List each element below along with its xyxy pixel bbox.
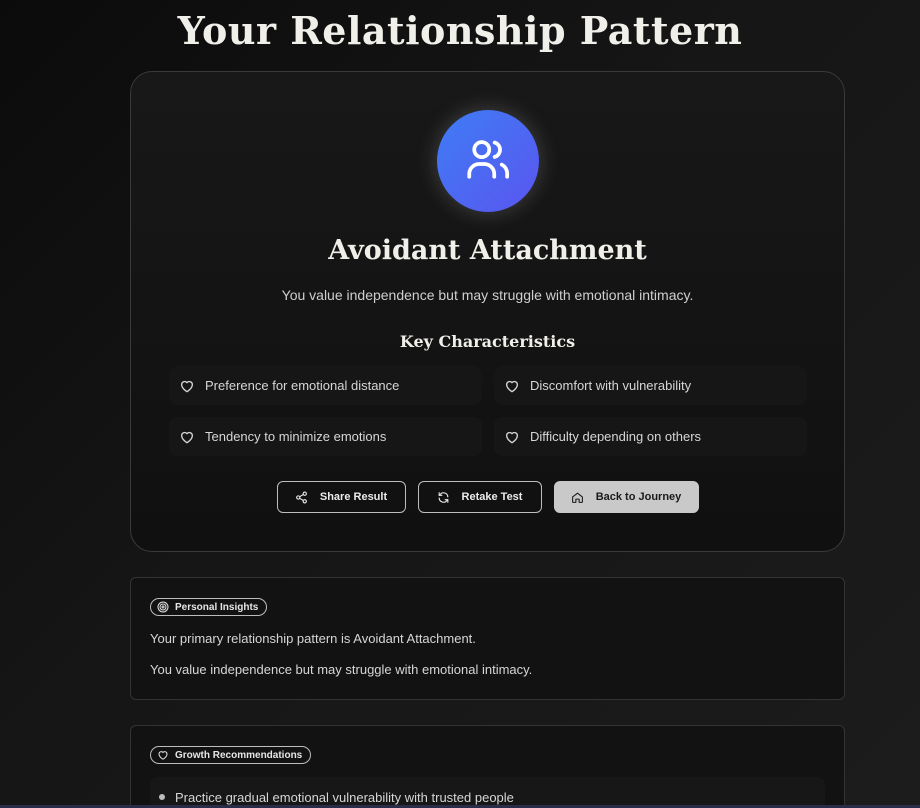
action-bar: Share Result Retake Test Back to Journey	[131, 481, 844, 513]
recommendation-text: Practice gradual emotional vulnerability…	[175, 789, 514, 805]
retake-test-button[interactable]: Retake Test	[417, 481, 542, 513]
characteristic-item: Tendency to minimize emotions	[169, 417, 482, 456]
characteristics-heading: Key Characteristics	[399, 332, 576, 351]
characteristics-grid: Preference for emotional distance Discom…	[169, 366, 807, 456]
personal-insights-panel: Personal Insights Your primary relations…	[130, 577, 845, 700]
share-result-label: Share Result	[319, 491, 388, 503]
result-avatar	[437, 110, 539, 212]
characteristic-label: Tendency to minimize emotions	[205, 429, 387, 444]
personal-insights-label: Personal Insights	[175, 601, 259, 613]
heart-icon	[179, 378, 195, 394]
users-icon	[463, 134, 513, 189]
target-icon	[157, 601, 169, 613]
home-icon	[571, 491, 584, 504]
heart-icon	[504, 378, 520, 394]
insight-line: Your primary relationship pattern is Avo…	[150, 631, 476, 646]
heart-icon	[179, 429, 195, 445]
personal-insights-badge: Personal Insights	[150, 598, 268, 616]
insight-line: You value independence but may struggle …	[150, 662, 533, 677]
characteristic-label: Preference for emotional distance	[205, 378, 400, 393]
characteristic-label: Discomfort with vulnerability	[530, 378, 692, 393]
characteristic-item: Discomfort with vulnerability	[494, 366, 807, 405]
recommendation-item: Practice gradual emotional vulnerability…	[150, 777, 825, 808]
refresh-icon	[437, 491, 450, 504]
share-result-button[interactable]: Share Result	[276, 481, 406, 513]
characteristic-item: Difficulty depending on others	[494, 417, 807, 456]
heart-icon	[504, 429, 520, 445]
heart-icon	[157, 749, 169, 761]
share-icon	[295, 491, 308, 504]
retake-test-label: Retake Test	[461, 491, 523, 503]
back-to-journey-label: Back to Journey	[595, 491, 682, 503]
result-description: You value independence but may struggle …	[281, 287, 694, 303]
result-title: Avoidant Attachment	[328, 235, 647, 266]
back-to-journey-button[interactable]: Back to Journey	[553, 481, 699, 513]
result-card: Avoidant Attachment You value independen…	[130, 71, 845, 552]
growth-recommendations-badge: Growth Recommendations	[150, 746, 312, 764]
growth-recommendations-label: Growth Recommendations	[175, 749, 303, 761]
page-title: Your Relationship Pattern	[177, 8, 743, 53]
growth-recommendations-panel: Growth Recommendations Practice gradual …	[130, 725, 845, 808]
bullet-icon	[159, 794, 165, 800]
characteristic-label: Difficulty depending on others	[530, 429, 702, 444]
characteristic-item: Preference for emotional distance	[169, 366, 482, 405]
